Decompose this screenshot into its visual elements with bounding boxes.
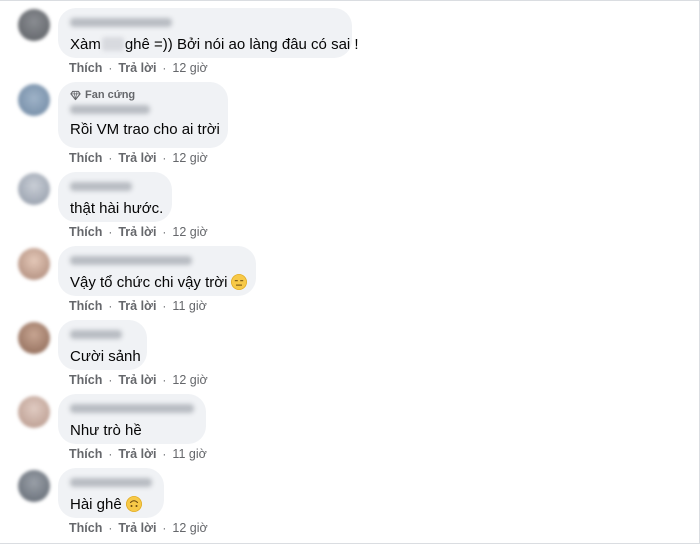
comment-bubble: Cười sảnh (58, 320, 147, 370)
separator-dot: · (162, 373, 167, 387)
reply-link[interactable]: Trả lời (118, 151, 156, 165)
comment-bubble: Vậy tổ chức chi vậy trời (58, 246, 256, 296)
author-name-redacted[interactable] (70, 182, 132, 191)
separator-dot: · (108, 225, 113, 239)
reply-link[interactable]: Trả lời (118, 521, 156, 535)
censored-word (101, 37, 124, 51)
fan-badge: Fan cứng (70, 89, 216, 101)
separator-dot: · (108, 151, 113, 165)
separator-dot: · (162, 61, 167, 75)
comment-actions: Thích · Trả lời · 12 giờ (69, 521, 208, 535)
comment-timestamp[interactable]: 11 giờ (172, 299, 206, 313)
comment-text-start: Xàm (70, 36, 101, 53)
like-link[interactable]: Thích (69, 373, 102, 387)
separator-dot: · (162, 299, 167, 313)
separator-dot: · (162, 447, 167, 461)
comment-text: Vậy tổ chức chi vậy trời (70, 273, 248, 292)
reply-link[interactable]: Trả lời (118, 447, 156, 461)
like-link[interactable]: Thích (69, 299, 102, 313)
like-link[interactable]: Thích (69, 151, 102, 165)
reply-link[interactable]: Trả lời (118, 225, 156, 239)
comment-text: thật hài hước. (70, 200, 164, 217)
reply-link[interactable]: Trả lời (118, 61, 156, 75)
separator-dot: · (108, 521, 113, 535)
comment-actions: Thích · Trả lời · 12 giờ (69, 225, 208, 239)
comment-bubble: Xàm ghê =)) Bởi nói ao làng đâu có sai ! (58, 8, 359, 58)
comment-text-content: Hài ghê (70, 496, 122, 513)
comment-text: Rồi VM trao cho ai trời (70, 121, 220, 138)
author-name-redacted[interactable] (70, 105, 150, 114)
comment-timestamp[interactable]: 12 giờ (172, 151, 207, 165)
reply-link[interactable]: Trả lời (118, 373, 156, 387)
comment-bubble: Như trò hề (58, 394, 206, 444)
author-name-redacted[interactable] (70, 18, 172, 27)
avatar[interactable] (18, 322, 50, 354)
comment-actions: Thích · Trả lời · 11 giờ (69, 299, 207, 313)
author-name-redacted[interactable] (70, 404, 194, 413)
like-link[interactable]: Thích (69, 447, 102, 461)
comment-text: Cười sảnh (70, 348, 141, 365)
separator-dot: · (162, 225, 167, 239)
comment-timestamp[interactable]: 12 giờ (172, 373, 207, 387)
comment-bubble: Hài ghê (58, 468, 164, 518)
comment-timestamp[interactable]: 12 giờ (172, 225, 207, 239)
comment-bubble: thật hài hước. (58, 172, 172, 222)
comment-bubble: Fan cứng Rồi VM trao cho ai trời (58, 82, 228, 148)
reply-link[interactable]: Trả lời (118, 299, 156, 313)
frame-border-top (0, 0, 700, 1)
comment-timestamp[interactable]: 12 giờ (172, 61, 207, 75)
separator-dot: · (162, 151, 167, 165)
comment-actions: Thích · Trả lời · 11 giờ (69, 447, 207, 461)
comment-actions: Thích · Trả lời · 12 giờ (69, 61, 208, 75)
author-name-redacted[interactable] (70, 478, 152, 487)
comment-text-end: ghê =)) Bởi nói ao làng đâu có sai ! (124, 36, 359, 53)
like-link[interactable]: Thích (69, 225, 102, 239)
comment-text: Hài ghê (70, 495, 152, 514)
comment-text-content: Vậy tổ chức chi vậy trời (70, 274, 228, 291)
expressionless-face-icon (231, 274, 248, 290)
separator-dot: · (108, 299, 113, 313)
diamond-icon (70, 90, 81, 100)
like-link[interactable]: Thích (69, 521, 102, 535)
author-name-redacted[interactable] (70, 256, 192, 265)
comment-actions: Thích · Trả lời · 12 giờ (69, 373, 208, 387)
separator-dot: · (108, 61, 113, 75)
separator-dot: · (108, 447, 113, 461)
separator-dot: · (108, 373, 113, 387)
avatar[interactable] (18, 396, 50, 428)
comment-timestamp[interactable]: 12 giờ (172, 521, 207, 535)
comment-text: Như trò hề (70, 422, 142, 439)
avatar[interactable] (18, 173, 50, 205)
avatar[interactable] (18, 470, 50, 502)
fan-badge-label: Fan cứng (85, 89, 136, 101)
comment-text: Xàm ghê =)) Bởi nói ao làng đâu có sai ! (70, 35, 359, 54)
upside-down-face-emoji (125, 496, 142, 512)
like-link[interactable]: Thích (69, 61, 102, 75)
expressionless-face-emoji (231, 274, 248, 290)
upside-down-face-icon (125, 496, 142, 512)
author-name-redacted[interactable] (70, 330, 122, 339)
avatar[interactable] (18, 248, 50, 280)
avatar[interactable] (18, 84, 50, 116)
comment-actions: Thích · Trả lời · 12 giờ (69, 151, 208, 165)
avatar[interactable] (18, 9, 50, 41)
separator-dot: · (162, 521, 167, 535)
comment-timestamp[interactable]: 11 giờ (172, 447, 206, 461)
